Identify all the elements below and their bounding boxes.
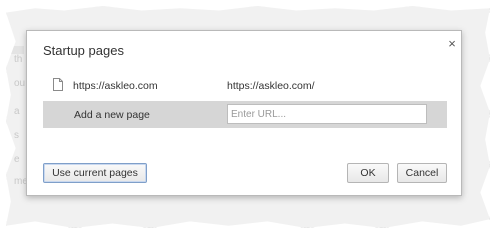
background-fragment: e [14,154,20,165]
background-line [6,46,24,54]
close-icon[interactable]: × [445,37,459,51]
dialog-title: Startup pages [43,43,124,58]
startup-page-row[interactable]: https://askleo.com https://askleo.com/ [43,76,447,96]
ok-button[interactable]: OK [347,163,389,183]
page-icon [53,78,63,91]
add-page-row: Add a new page [43,101,447,128]
background-fragment: a [14,106,20,117]
background-fragment: th [14,54,23,65]
background-fragment: s [14,130,19,141]
url-input[interactable] [227,104,427,124]
startup-pages-dialog: Startup pages × https://askleo.com https… [26,30,462,196]
startup-page-url: https://askleo.com/ [227,80,315,92]
add-page-label: Add a new page [74,109,150,121]
cancel-button[interactable]: Cancel [397,163,447,183]
background-fragment: ou [14,78,26,89]
startup-page-name: https://askleo.com [73,80,158,92]
use-current-pages-button[interactable]: Use current pages [43,163,147,183]
